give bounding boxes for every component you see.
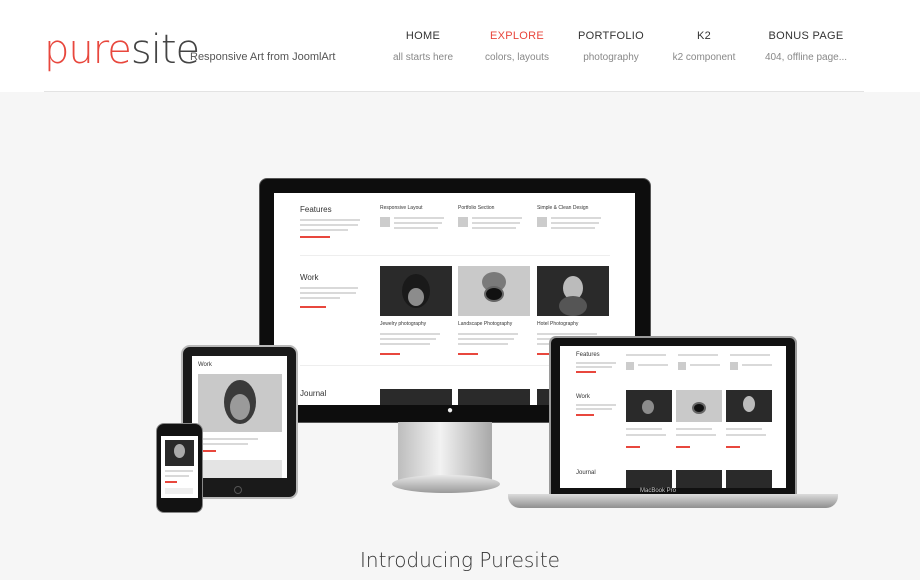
nav-k2-subtitle: k2 component bbox=[672, 52, 736, 63]
mock-col3: Simple & Clean Design bbox=[537, 205, 589, 211]
mock-journal-heading: Journal bbox=[300, 389, 327, 398]
tablet-screen: Work bbox=[192, 356, 287, 478]
imac-stand bbox=[398, 422, 492, 482]
nav-portfolio-subtitle: photography bbox=[583, 52, 639, 63]
mock-features-heading: Features bbox=[300, 205, 332, 214]
nav-home-title: HOME bbox=[405, 30, 441, 42]
nav-bonus-title: BONUS PAGE bbox=[768, 30, 844, 42]
mock-col2: Portfolio Section bbox=[458, 205, 495, 211]
mock-col1: Responsive Layout bbox=[380, 205, 423, 211]
site-header: puresite Responsive Art from JoomlArt HO… bbox=[0, 0, 920, 93]
nav-k2[interactable]: K2 k2 component bbox=[666, 30, 742, 92]
nav-bonus-subtitle: 404, offline page... bbox=[764, 52, 848, 63]
nav-home-subtitle: all starts here bbox=[392, 52, 454, 63]
nav-portfolio[interactable]: PORTFOLIO photography bbox=[570, 30, 652, 92]
nav-bonus-page[interactable]: BONUS PAGE 404, offline page... bbox=[760, 30, 852, 92]
imac-stand-base bbox=[392, 475, 500, 493]
tablet-work-heading: Work bbox=[198, 362, 212, 368]
mock-photo-jewelry bbox=[380, 266, 452, 316]
phone-screen bbox=[161, 436, 198, 498]
mock-photo-landscape bbox=[458, 266, 530, 316]
mock-photo-hotel bbox=[537, 266, 609, 316]
mock-work-heading: Work bbox=[300, 273, 319, 282]
logo-pure: pure bbox=[44, 27, 132, 73]
nav-explore-title: EXPLORE bbox=[489, 30, 545, 42]
laptop-journal-heading: Journal bbox=[576, 470, 596, 476]
hero-title: Introducing Puresite bbox=[360, 548, 560, 572]
apple-icon: ● bbox=[447, 405, 454, 416]
laptop-work-heading: Work bbox=[576, 394, 590, 400]
laptop-screen: Features Work Journal bbox=[560, 346, 786, 488]
hero-section: Features Responsive Layout Portfolio Sec… bbox=[0, 92, 920, 580]
nav-explore-subtitle: colors, layouts bbox=[485, 52, 549, 63]
site-tagline: Responsive Art from JoomlArt bbox=[190, 51, 336, 63]
laptop-brand-label: MacBook Pro bbox=[640, 488, 677, 494]
mock-caption-3: Hotel Photography bbox=[537, 321, 579, 327]
nav-portfolio-title: PORTFOLIO bbox=[577, 30, 645, 42]
logo-site: site bbox=[130, 27, 200, 73]
nav-k2-title: K2 bbox=[696, 30, 712, 42]
laptop-features-heading: Features bbox=[576, 352, 600, 358]
tablet-photo bbox=[198, 374, 282, 432]
nav-explore[interactable]: EXPLORE colors, layouts bbox=[468, 30, 566, 93]
nav-home[interactable]: HOME all starts here bbox=[380, 30, 466, 92]
mock-caption-2: Landscape Photography bbox=[458, 321, 513, 327]
mock-caption-1: Jewelry photography bbox=[380, 321, 427, 327]
laptop-base bbox=[508, 494, 838, 508]
site-logo[interactable]: puresite bbox=[44, 27, 200, 73]
tablet-home-button bbox=[234, 486, 242, 494]
